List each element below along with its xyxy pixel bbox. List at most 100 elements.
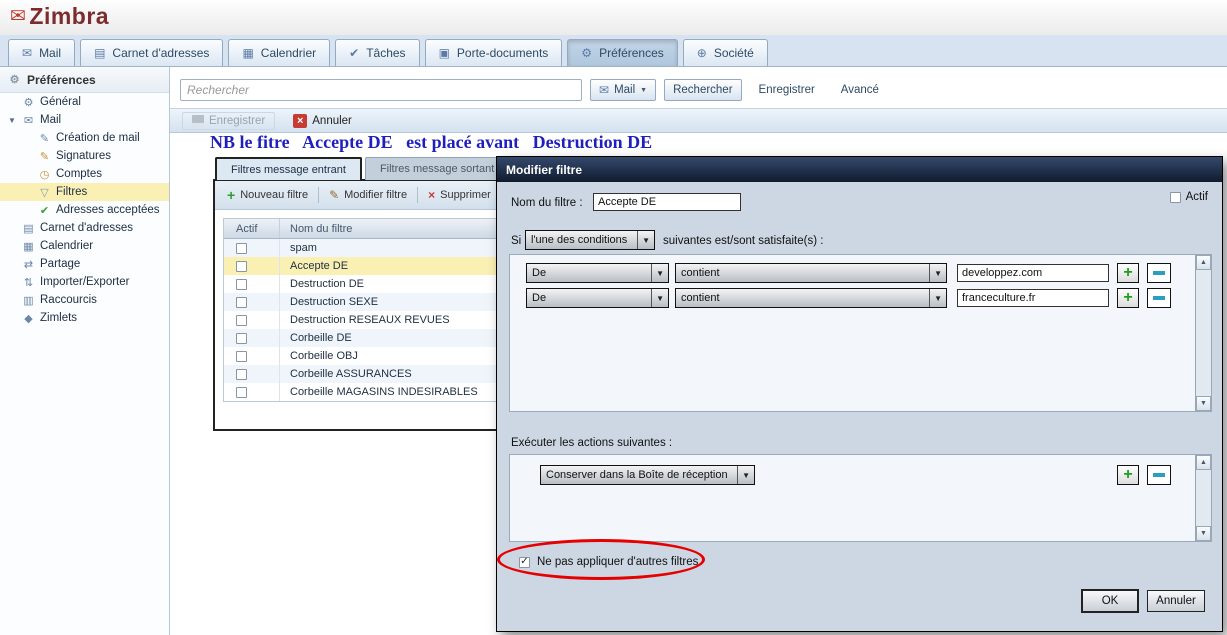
new-filter-button[interactable]: + Nouveau filtre	[227, 187, 308, 203]
remove-condition-button[interactable]	[1147, 263, 1171, 283]
filter-active-checkbox[interactable]	[236, 386, 247, 398]
conditions-mode-select[interactable]: l'une des conditions ▼	[525, 230, 655, 250]
delete-filter-button[interactable]: × Supprimer	[428, 188, 491, 202]
sidebar-item-comptes[interactable]: ◷ Comptes	[0, 165, 169, 183]
tab-porte-documents[interactable]: ▣ Porte-documents	[424, 39, 563, 66]
filter-active-checkbox[interactable]	[236, 332, 247, 344]
add-action-button[interactable]: +	[1117, 465, 1139, 485]
sidebar-item-importer-exporter[interactable]: ⇅ Importer/Exporter	[0, 273, 169, 291]
sidebar-item-carnet-adresses[interactable]: ▤ Carnet d'adresses	[0, 219, 169, 237]
search-button[interactable]: Rechercher	[664, 79, 742, 101]
tab-filtres-entrant[interactable]: Filtres message entrant	[215, 157, 362, 180]
import-export-icon: ⇅	[23, 276, 34, 289]
filter-active-checkbox[interactable]	[236, 350, 247, 362]
scroll-up-icon[interactable]: ▲	[1196, 255, 1211, 270]
scroll-down-icon[interactable]: ▼	[1196, 396, 1211, 411]
signature-icon: ✎	[39, 150, 50, 163]
stop-filters-checkbox[interactable]: ✓	[519, 556, 530, 568]
conditions-list: De ▼ contient ▼ +	[509, 254, 1212, 412]
zimbra-logo-text: Zimbra	[29, 3, 110, 29]
sidebar-item-calendrier[interactable]: ▦ Calendrier	[0, 237, 169, 255]
tab-label: Carnet d'adresses	[112, 46, 210, 60]
filter-active-checkbox[interactable]	[236, 242, 247, 254]
minus-icon	[1153, 296, 1165, 300]
filter-active-checkbox[interactable]	[236, 296, 247, 308]
filter-tabs: Filtres message entrant Filtres message …	[215, 157, 510, 180]
active-label: Actif	[1185, 191, 1208, 203]
sidebar-item-partage[interactable]: ⇄ Partage	[0, 255, 169, 273]
add-condition-button[interactable]: +	[1117, 288, 1139, 308]
remove-action-button[interactable]	[1147, 465, 1171, 485]
save-button[interactable]: Enregistrer	[182, 111, 276, 130]
search-input[interactable]	[180, 79, 582, 101]
tab-label: Mail	[39, 46, 62, 60]
plus-icon: +	[227, 187, 236, 203]
filter-active-checkbox[interactable]	[236, 278, 247, 290]
tasks-icon: ✔	[349, 46, 360, 60]
filter-active-checkbox[interactable]	[236, 314, 247, 326]
edit-filter-button[interactable]: ✎ Modifier filtre	[329, 188, 407, 202]
actions-list: Conserver dans la Boîte de réception ▼ +…	[509, 454, 1212, 542]
scroll-down-icon[interactable]: ▼	[1196, 526, 1211, 541]
remove-condition-button[interactable]	[1147, 288, 1171, 308]
ok-button[interactable]: OK	[1082, 590, 1138, 612]
sidebar-title: ⚙ Préférences	[0, 67, 169, 93]
tab-taches[interactable]: ✔ Tâches	[335, 39, 420, 66]
sidebar-item-creation-de-mail[interactable]: ✎ Création de mail	[0, 129, 169, 147]
actions-scrollbar[interactable]: ▲ ▼	[1195, 455, 1211, 541]
if-prefix-label: Si	[511, 235, 522, 247]
filter-active-checkbox[interactable]	[236, 368, 247, 380]
zimbra-logo: ✉ Zimbra	[10, 3, 109, 30]
accounts-icon: ◷	[39, 168, 50, 181]
tab-filtres-sortant[interactable]: Filtres message sortant	[364, 157, 510, 180]
filter-active-checkbox[interactable]	[236, 260, 247, 272]
tab-carnet-adresses[interactable]: ▤ Carnet d'adresses	[80, 39, 224, 66]
search-scope-dropdown[interactable]: ✉ Mail ▼	[590, 79, 657, 101]
sidebar-item-filtres[interactable]: ▽ Filtres	[0, 183, 169, 201]
column-actif: Actif	[224, 219, 280, 238]
action-select[interactable]: Conserver dans la Boîte de réception ▼	[540, 465, 755, 485]
dialog-cancel-button[interactable]: Annuler	[1147, 590, 1205, 612]
chevron-down-icon: ▼	[929, 289, 946, 307]
condition-field-select[interactable]: De ▼	[526, 288, 669, 308]
save-search-button[interactable]: Enregistrer	[750, 84, 824, 96]
condition-operator-select[interactable]: contient ▼	[675, 288, 947, 308]
cancel-button[interactable]: × Annuler	[285, 112, 360, 130]
tab-calendrier[interactable]: ▦ Calendrier	[228, 39, 331, 66]
condition-field-select[interactable]: De ▼	[526, 263, 669, 283]
add-condition-button[interactable]: +	[1117, 263, 1139, 283]
sidebar-item-raccourcis[interactable]: ▥ Raccourcis	[0, 291, 169, 309]
conditions-scrollbar[interactable]: ▲ ▼	[1195, 255, 1211, 411]
active-checkbox[interactable]	[1169, 191, 1181, 203]
tab-mail[interactable]: ✉ Mail	[8, 39, 76, 66]
tab-label: Tâches	[366, 46, 406, 60]
checkmark-icon: ✓	[520, 556, 529, 567]
sidebar-item-general[interactable]: ⚙ Général	[0, 93, 169, 111]
tab-label: Société	[713, 46, 754, 60]
sidebar-item-zimlets[interactable]: ◆ Zimlets	[0, 309, 169, 327]
filter-name-input[interactable]	[593, 193, 741, 211]
globe-icon: ⊕	[696, 46, 707, 60]
tab-societe[interactable]: ⊕ Société	[682, 39, 768, 66]
sidebar-item-signatures[interactable]: ✎ Signatures	[0, 147, 169, 165]
advanced-search-button[interactable]: Avancé	[832, 84, 888, 96]
chevron-down-icon: ▼	[640, 86, 648, 94]
tab-preferences[interactable]: ⚙ Préférences	[567, 39, 678, 66]
contacts-icon: ▤	[94, 46, 106, 60]
briefcase-icon: ▣	[438, 46, 450, 60]
chevron-down-icon[interactable]: ▼	[8, 116, 17, 125]
sidebar-item-adresses-acceptees[interactable]: ✔ Adresses acceptées	[0, 201, 169, 219]
condition-value-input[interactable]	[957, 264, 1109, 282]
pencil-icon: ✎	[329, 188, 340, 202]
toolbar-divider	[417, 187, 419, 203]
sidebar-item-mail[interactable]: ▼ ✉ Mail	[0, 111, 169, 129]
edit-filter-dialog: Modifier filtre Nom du filtre : Actif Si…	[496, 156, 1223, 632]
condition-operator-select[interactable]: contient ▼	[675, 263, 947, 283]
tab-label: Préférences	[599, 46, 664, 60]
dialog-title-bar[interactable]: Modifier filtre	[497, 157, 1222, 182]
condition-row: De ▼ contient ▼ +	[526, 288, 1171, 308]
if-suffix-label: suivantes est/sont satisfaite(s) :	[663, 235, 824, 247]
scroll-up-icon[interactable]: ▲	[1196, 455, 1211, 470]
condition-value-input[interactable]	[957, 289, 1109, 307]
close-icon: ×	[428, 188, 436, 202]
